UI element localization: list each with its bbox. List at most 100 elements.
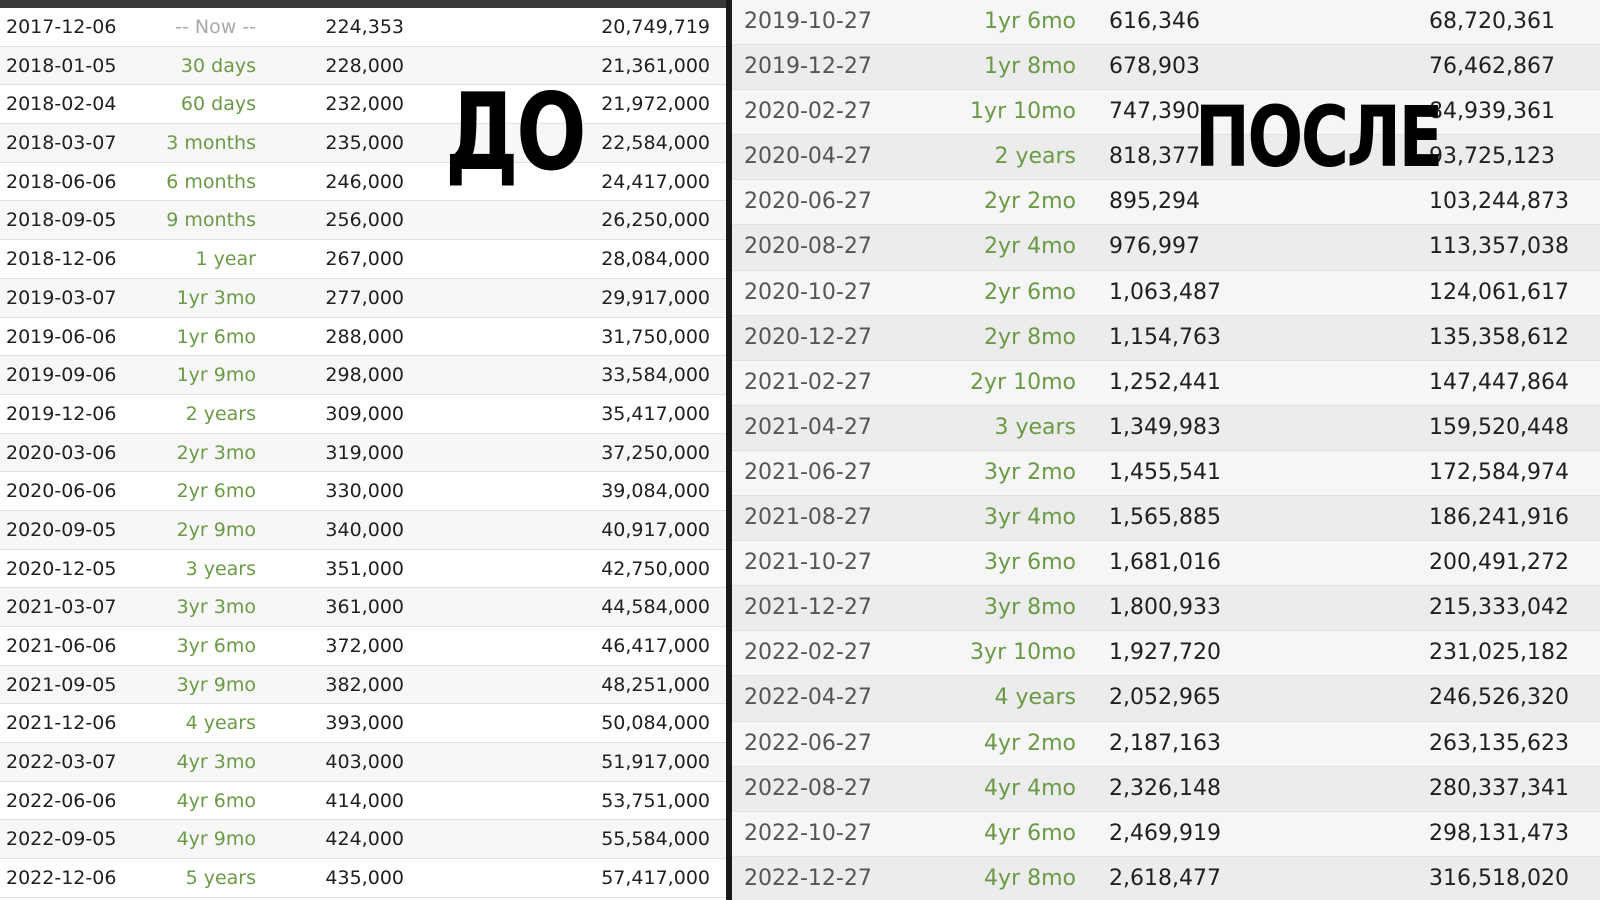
table-row: 2018-06-06 6 months 246,000 24,417,000 xyxy=(0,162,726,202)
period-cell: 3yr 9mo xyxy=(176,673,256,696)
table-row: 2019-12-06 2 years 309,000 35,417,000 xyxy=(0,394,726,434)
date-cell: 2021-06-06 xyxy=(6,635,117,657)
period-cell: 1yr 3mo xyxy=(176,286,256,309)
daily-value-cell: 277,000 xyxy=(325,286,404,309)
date-cell: 2020-09-05 xyxy=(6,518,117,541)
table-row: 2019-10-27 1yr 6mo 616,346 68,720,361 xyxy=(732,0,1600,46)
daily-value-cell: 228,000 xyxy=(325,54,404,77)
period-cell: 2yr 8mo xyxy=(984,324,1076,350)
table-row: 2020-12-27 2yr 8mo 1,154,763 135,358,612 xyxy=(732,315,1600,361)
period-cell: 5 years xyxy=(185,867,256,890)
date-cell: 2019-03-07 xyxy=(6,286,117,309)
period-cell: 2yr 6mo xyxy=(176,480,256,503)
date-cell: 2022-04-27 xyxy=(744,685,872,711)
table-row: 2018-09-05 9 months 256,000 26,250,000 xyxy=(0,201,726,241)
table-row: 2019-06-06 1yr 6mo 288,000 31,750,000 xyxy=(0,317,726,357)
date-cell: 2022-06-06 xyxy=(6,789,117,812)
total-value-cell: 37,250,000 xyxy=(601,441,710,464)
period-cell: 2yr 4mo xyxy=(984,234,1076,260)
period-cell: 3yr 3mo xyxy=(176,596,256,619)
date-cell: 2020-02-27 xyxy=(744,99,872,125)
total-value-cell: 48,251,000 xyxy=(601,673,710,696)
period-cell: 6 months xyxy=(166,170,256,193)
table-row: 2020-12-05 3 years 351,000 42,750,000 xyxy=(0,549,726,589)
date-cell: 2020-10-27 xyxy=(744,279,872,305)
total-value-cell: 215,333,042 xyxy=(1429,595,1569,621)
table-row: 2022-06-06 4yr 6mo 414,000 53,751,000 xyxy=(0,781,726,821)
total-value-cell: 28,084,000 xyxy=(601,248,710,271)
date-cell: 2020-08-27 xyxy=(744,234,872,260)
table-row: 2022-02-27 3yr 10mo 1,927,720 231,025,182 xyxy=(732,631,1600,677)
table-row: 2018-12-06 1 year 267,000 28,084,000 xyxy=(0,240,726,279)
daily-value-cell: 1,565,885 xyxy=(1109,505,1221,531)
table-row: 2021-12-27 3yr 8mo 1,800,933 215,333,042 xyxy=(732,586,1600,632)
period-cell: 2yr 3mo xyxy=(176,441,256,464)
period-cell: 1yr 8mo xyxy=(984,54,1076,80)
period-cell: 4yr 4mo xyxy=(984,775,1076,801)
total-value-cell: 246,526,320 xyxy=(1429,685,1569,711)
top-bar xyxy=(0,0,726,8)
date-cell: 2022-10-27 xyxy=(744,820,872,846)
daily-value-cell: 232,000 xyxy=(325,93,404,116)
daily-value-cell: 267,000 xyxy=(325,248,404,271)
after-label: ПОСЛЕ xyxy=(1195,88,1443,186)
period-cell: 3yr 6mo xyxy=(984,550,1076,576)
before-label: ДО xyxy=(445,71,587,194)
table-row: 2022-08-27 4yr 4mo 2,326,148 280,337,341 xyxy=(732,766,1600,812)
total-value-cell: 42,750,000 xyxy=(601,557,710,580)
table-row: 2021-06-27 3yr 2mo 1,455,541 172,584,974 xyxy=(732,450,1600,497)
date-cell: 2020-06-06 xyxy=(6,480,117,503)
daily-value-cell: 2,469,919 xyxy=(1109,820,1221,846)
table-row: 2019-03-07 1yr 3mo 277,000 29,917,000 xyxy=(0,278,726,318)
daily-value-cell: 1,349,983 xyxy=(1109,414,1221,440)
daily-value-cell: 1,455,541 xyxy=(1109,459,1221,485)
daily-value-cell: 309,000 xyxy=(325,402,404,425)
period-cell: 2yr 10mo xyxy=(970,369,1076,395)
daily-value-cell: 340,000 xyxy=(325,518,404,541)
daily-value-cell: 2,326,148 xyxy=(1109,775,1221,801)
date-cell: 2020-04-27 xyxy=(744,144,872,170)
period-cell: 1yr 6mo xyxy=(176,325,256,348)
table-row: 2020-06-06 2yr 6mo 330,000 39,084,000 xyxy=(0,472,726,511)
daily-value-cell: 403,000 xyxy=(325,751,404,774)
date-cell: 2022-06-27 xyxy=(744,730,872,756)
table-row: 2020-10-27 2yr 6mo 1,063,487 124,061,617 xyxy=(732,270,1600,316)
date-cell: 2017-12-06 xyxy=(6,16,117,38)
daily-value-cell: 2,187,163 xyxy=(1109,730,1221,756)
table-row: 2020-02-27 1yr 10mo 747,390 84,939,361 xyxy=(732,90,1600,136)
total-value-cell: 280,337,341 xyxy=(1429,775,1569,801)
period-cell: 1yr 10mo xyxy=(970,99,1076,125)
before-panel: 2017-12-06 -- Now -- 224,353 20,749,719 2018… xyxy=(0,0,726,900)
table-row: 2021-03-07 3yr 3mo 361,000 44,584,000 xyxy=(0,588,726,627)
date-cell: 2022-12-27 xyxy=(744,865,872,891)
date-cell: 2022-08-27 xyxy=(744,775,872,801)
daily-value-cell: 1,154,763 xyxy=(1109,324,1221,350)
period-cell: 2 years xyxy=(185,402,256,425)
table-row: 2021-04-27 3 years 1,349,983 159,520,448 xyxy=(732,405,1600,451)
period-cell: -- Now -- xyxy=(175,16,256,38)
date-cell: 2018-01-05 xyxy=(6,54,117,77)
total-value-cell: 39,084,000 xyxy=(601,480,710,503)
period-cell: 3yr 6mo xyxy=(176,635,256,657)
table-row: 2018-01-05 30 days 228,000 21,361,000 xyxy=(0,46,726,86)
date-cell: 2018-03-07 xyxy=(6,132,117,155)
total-value-cell: 172,584,974 xyxy=(1429,459,1569,485)
daily-value-cell: 351,000 xyxy=(325,557,404,580)
table-row: 2021-08-27 3yr 4mo 1,565,885 186,241,916 xyxy=(732,496,1600,542)
total-value-cell: 50,084,000 xyxy=(601,712,710,735)
total-value-cell: 84,939,361 xyxy=(1429,99,1555,125)
date-cell: 2021-03-07 xyxy=(6,596,117,619)
daily-value-cell: 1,927,720 xyxy=(1109,640,1221,666)
total-value-cell: 316,518,020 xyxy=(1429,865,1569,891)
period-cell: 4 years xyxy=(994,685,1076,711)
period-cell: 3yr 4mo xyxy=(984,505,1076,531)
table-row: 2022-09-05 4yr 9mo 424,000 55,584,000 xyxy=(0,820,726,860)
total-value-cell: 24,417,000 xyxy=(601,170,710,193)
total-value-cell: 135,358,612 xyxy=(1429,324,1569,350)
table-row: 2022-03-07 4yr 3mo 403,000 51,917,000 xyxy=(0,743,726,782)
period-cell: 4yr 3mo xyxy=(176,751,256,774)
total-value-cell: 21,972,000 xyxy=(601,93,710,116)
daily-value-cell: 256,000 xyxy=(325,209,404,232)
total-value-cell: 53,751,000 xyxy=(601,789,710,812)
daily-value-cell: 616,346 xyxy=(1109,9,1200,34)
